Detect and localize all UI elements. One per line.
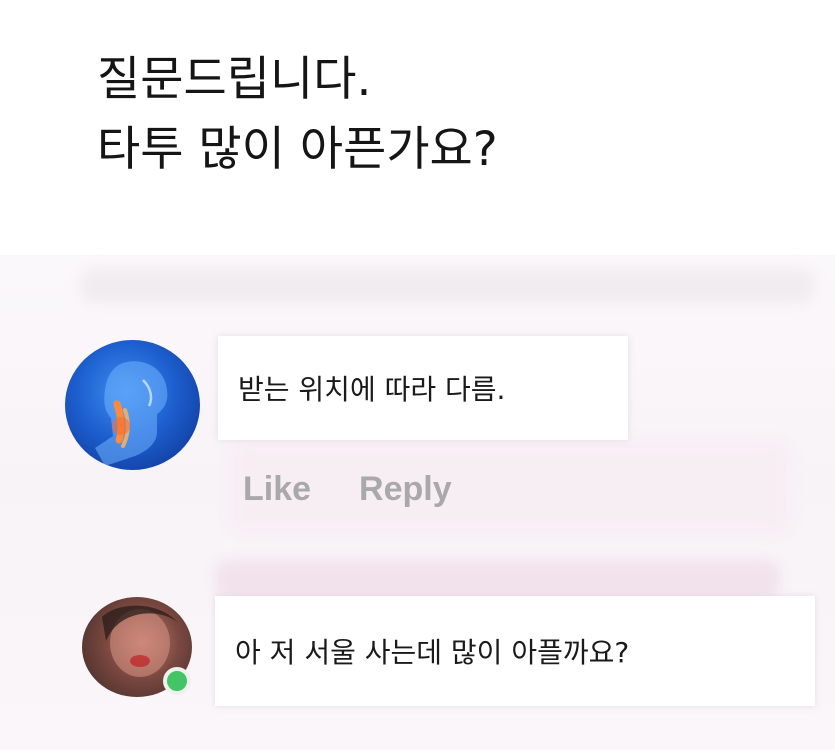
blurred-content — [215, 560, 780, 600]
like-button[interactable]: Like — [243, 470, 311, 509]
post-title-line-1: 질문드립니다. — [97, 52, 372, 107]
comment-actions: Like Reply — [243, 470, 452, 509]
post-title: 질문드립니다. 타투 많이 아픈가요? — [97, 45, 498, 185]
avatar-illustration — [95, 361, 168, 466]
comment-text: 받는 위치에 따라 다름. — [238, 373, 506, 406]
blurred-content — [80, 268, 815, 304]
comment-text: 아 저 서울 사는데 많이 아플까요? — [235, 636, 630, 669]
reply-button[interactable]: Reply — [359, 470, 452, 509]
comment-bubble: 받는 위치에 따라 다름. — [218, 336, 628, 440]
comment-bubble: 아 저 서울 사는데 많이 아플까요? — [215, 596, 815, 706]
anatomy-throat-icon[interactable] — [65, 340, 200, 470]
post-title-line-2: 타투 많이 아픈가요? — [97, 122, 498, 177]
online-status-badge — [163, 667, 191, 695]
